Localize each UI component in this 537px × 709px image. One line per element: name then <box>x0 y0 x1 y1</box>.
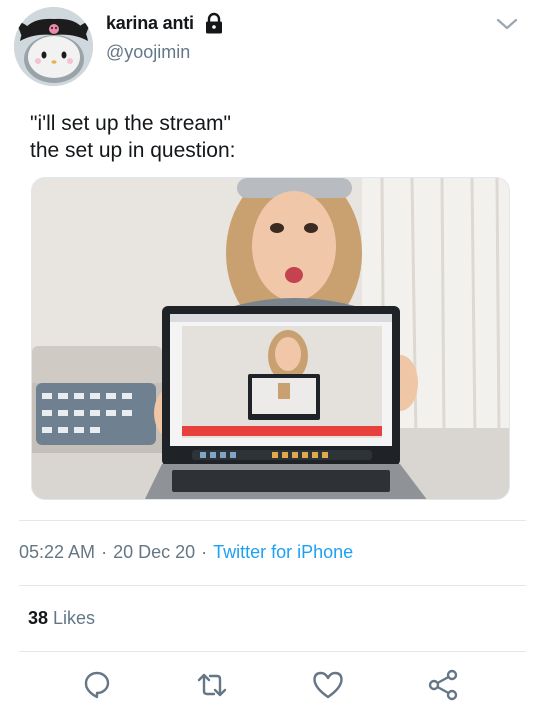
name-row: karina anti <box>106 12 225 34</box>
tweet-header: karina anti @yoojimin <box>0 0 537 96</box>
divider <box>19 520 526 521</box>
tweet-meta: 05:22 AM · 20 Dec 20 · Twitter for iPhon… <box>19 542 353 563</box>
meta-separator: · <box>101 542 108 562</box>
retweet-icon[interactable] <box>195 668 229 702</box>
tweet-date: 20 Dec 20 <box>113 542 196 562</box>
avatar[interactable] <box>14 7 93 86</box>
divider <box>19 585 526 586</box>
divider <box>19 651 526 652</box>
tweet-source-link[interactable]: Twitter for iPhone <box>213 542 353 563</box>
share-icon[interactable] <box>426 668 460 702</box>
likes-count: 38 <box>28 608 49 628</box>
likes-stat[interactable]: 38 Likes <box>28 608 95 629</box>
meta-separator: · <box>201 542 208 562</box>
tweet-text: "i'll set up the stream" the set up in q… <box>30 112 236 162</box>
display-name[interactable]: karina anti <box>106 13 194 34</box>
chevron-down-icon[interactable] <box>496 16 518 32</box>
user-handle[interactable]: @yoojimin <box>106 42 190 63</box>
lock-icon <box>203 12 225 34</box>
reply-icon[interactable] <box>80 668 114 702</box>
tweet-photo[interactable] <box>31 177 510 500</box>
heart-icon[interactable] <box>311 668 345 702</box>
likes-label: Likes <box>53 608 96 628</box>
action-bar <box>0 668 537 706</box>
tweet-time: 05:22 AM <box>19 542 96 562</box>
